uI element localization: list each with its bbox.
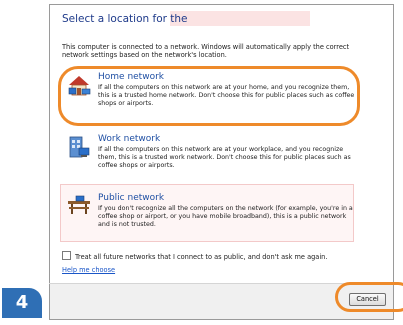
treat-public-label: Treat all future networks that I connect… [75,253,328,261]
public-network-title[interactable]: Public network [98,193,164,203]
public-network-description: If you don't recognize all the computers… [98,205,353,228]
step-badge: 4 [2,288,42,318]
home-network-highlight [58,66,360,126]
dialog-title: Select a location for the [62,13,188,25]
treat-public-row[interactable]: Treat all future networks that I connect… [62,251,362,261]
help-me-choose-link[interactable]: Help me choose [62,266,115,274]
intro-text: This computer is connected to a network.… [62,43,350,60]
work-network-title[interactable]: Work network [98,134,160,144]
cancel-highlight [335,282,403,312]
public-network-icon [66,193,92,219]
redaction-box [170,11,310,26]
work-network-icon [66,134,92,160]
treat-public-checkbox[interactable] [62,251,71,260]
work-network-description: If all the computers on this network are… [98,146,351,169]
